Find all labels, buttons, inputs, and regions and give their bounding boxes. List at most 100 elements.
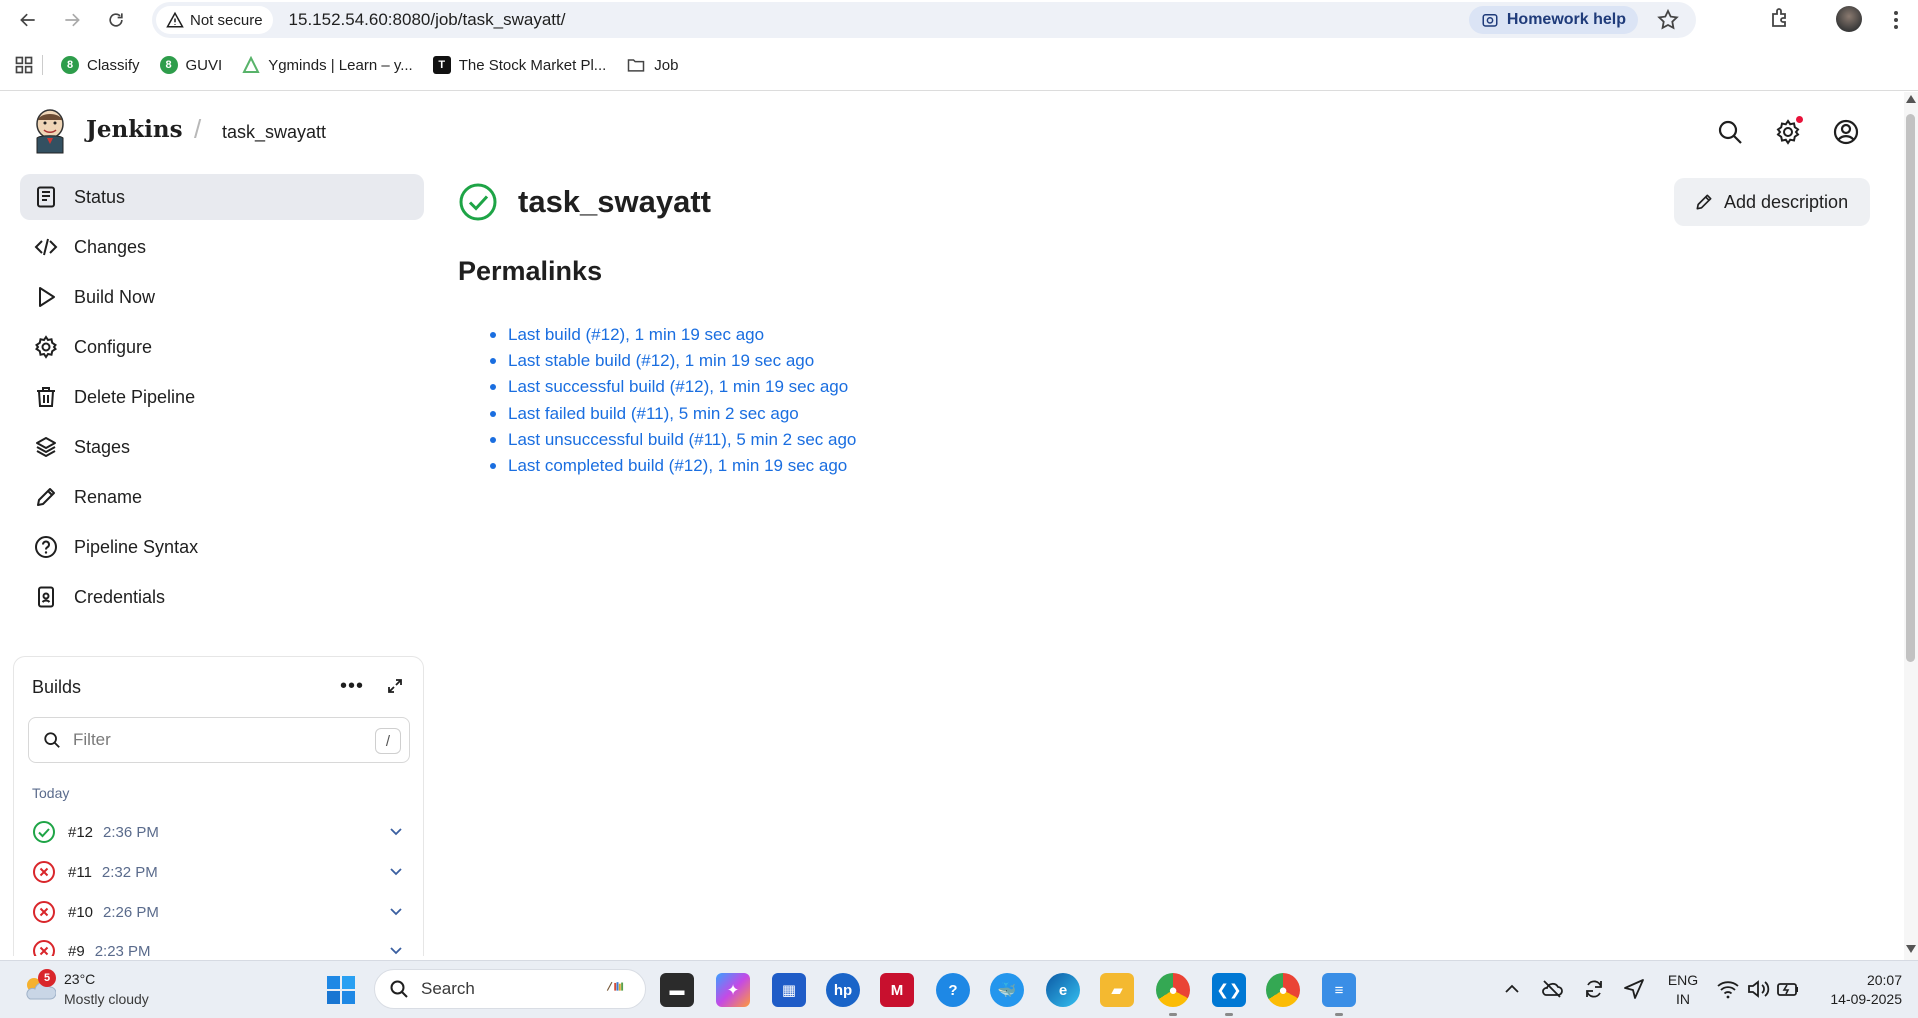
taskbar-app-vscode[interactable]: ❮❯ xyxy=(1212,973,1246,1007)
sync-icon[interactable] xyxy=(1582,977,1606,1001)
failed-x-icon xyxy=(33,861,55,883)
taskbar-app-chrome-profile[interactable]: ● xyxy=(1156,973,1190,1007)
user-account-icon[interactable] xyxy=(1832,118,1860,146)
sidebar-item-label: Credentials xyxy=(74,586,166,607)
permalink-last-failed-build[interactable]: Last failed build (#11), 5 min 2 sec ago xyxy=(490,401,856,427)
bookmark-classify[interactable]: 8 Classify xyxy=(61,56,140,74)
sidebar-item-configure[interactable]: Configure xyxy=(20,324,424,370)
taskbar-app-task-view[interactable]: ▬ xyxy=(660,973,694,1007)
build-row[interactable]: #11 2:32 PM xyxy=(32,857,412,887)
breadcrumb-job[interactable]: task_swayatt xyxy=(222,122,326,143)
taskbar-app-edge[interactable]: e xyxy=(1046,973,1080,1007)
tray-overflow-chevron-icon[interactable] xyxy=(1502,979,1522,999)
build-row[interactable]: #12 2:36 PM xyxy=(32,817,412,847)
taskbar-app-file-explorer[interactable]: ▰ xyxy=(1100,973,1134,1007)
taskbar-app-hp[interactable]: hp xyxy=(826,973,860,1007)
sidebar-item-pipeline-syntax[interactable]: Pipeline Syntax xyxy=(20,524,424,570)
chevron-down-icon[interactable] xyxy=(388,942,404,956)
build-number[interactable]: #11 xyxy=(68,864,92,881)
sidebar-item-label: Stages xyxy=(74,436,131,457)
sidebar-item-delete-pipeline[interactable]: Delete Pipeline xyxy=(20,374,424,420)
sidebar-item-credentials[interactable]: Credentials xyxy=(20,574,424,620)
builds-filter-input[interactable]: Filter / xyxy=(28,717,410,763)
gear-icon xyxy=(35,335,57,359)
chevron-down-icon[interactable] xyxy=(388,823,404,839)
onedrive-offline-icon[interactable] xyxy=(1540,977,1564,1001)
edge-icon: e xyxy=(1058,981,1068,999)
builds-more-button[interactable]: ••• xyxy=(340,675,364,698)
permalinks-list: Last build (#12), 1 min 19 sec ago Last … xyxy=(490,322,856,479)
jenkins-logo-icon[interactable] xyxy=(32,108,68,154)
taskbar-app-chrome[interactable]: ● xyxy=(1266,973,1300,1007)
sidebar-item-status[interactable]: Status xyxy=(20,174,424,220)
arrow-right-icon xyxy=(65,13,80,27)
lens-icon xyxy=(1482,14,1498,27)
sidebar-item-label: Build Now xyxy=(74,286,156,307)
taskbar-app-copilot[interactable]: ✦ xyxy=(716,973,750,1007)
profile-avatar[interactable] xyxy=(1836,6,1862,32)
build-row[interactable]: #9 2:23 PM xyxy=(32,936,412,956)
bookmark-job-folder[interactable]: Job xyxy=(626,55,678,75)
scroll-down-arrow-icon[interactable] xyxy=(1905,944,1917,954)
address-bar[interactable]: Not secure 15.152.54.60:8080/job/task_sw… xyxy=(152,2,1696,38)
battery-charging-icon[interactable] xyxy=(1776,977,1800,1001)
weather-alert-badge: 5 xyxy=(38,969,56,987)
volume-icon[interactable] xyxy=(1746,977,1770,1001)
windows-start-icon[interactable] xyxy=(326,975,356,1005)
permalink-last-successful-build[interactable]: Last successful build (#12), 1 min 19 se… xyxy=(490,374,856,400)
extensions-icon[interactable] xyxy=(1768,6,1792,30)
sidebar-item-changes[interactable]: Changes xyxy=(20,224,424,270)
taskbar-app-store[interactable]: ▦ xyxy=(772,973,806,1007)
back-button[interactable] xyxy=(10,2,46,38)
taskbar-search[interactable]: Search xyxy=(374,969,646,1009)
bookmark-stock-market[interactable]: T The Stock Market Pl... xyxy=(432,56,606,74)
url-text[interactable]: 15.152.54.60:8080/job/task_swayatt/ xyxy=(289,10,566,30)
sidebar-item-stages[interactable]: Stages xyxy=(20,424,424,470)
security-chip[interactable]: Not secure xyxy=(156,6,273,34)
build-number[interactable]: #12 xyxy=(68,824,93,841)
build-row[interactable]: #10 2:26 PM xyxy=(32,897,412,927)
search-icon[interactable] xyxy=(1716,118,1744,146)
trash-icon xyxy=(37,387,55,407)
input-language-indicator[interactable]: ENG IN xyxy=(1666,971,1700,1009)
permalink-last-completed-build[interactable]: Last completed build (#12), 1 min 19 sec… xyxy=(490,453,856,479)
system-clock[interactable]: 20:07 14-09-2025 xyxy=(1810,971,1902,1009)
failed-x-icon xyxy=(33,901,55,923)
forward-button[interactable] xyxy=(54,2,90,38)
language-code: ENG xyxy=(1667,972,1699,988)
permalink-last-stable-build[interactable]: Last stable build (#12), 1 min 19 sec ag… xyxy=(490,348,856,374)
breadcrumb-separator: / xyxy=(194,114,202,144)
bookmark-ygminds[interactable]: Ygminds | Learn – y... xyxy=(242,56,413,74)
expand-icon[interactable] xyxy=(386,677,404,695)
build-number[interactable]: #9 xyxy=(68,943,85,957)
wifi-icon[interactable] xyxy=(1716,977,1740,1001)
sidebar-item-label: Configure xyxy=(74,336,153,357)
chrome-icon: ● xyxy=(1168,981,1178,999)
apps-grid-icon[interactable] xyxy=(14,55,34,75)
clock-date: 14-09-2025 xyxy=(1830,991,1902,1007)
taskbar-app-help[interactable]: ? xyxy=(936,973,970,1007)
code-icon xyxy=(34,238,58,256)
arrow-left-icon xyxy=(20,13,35,27)
permalink-last-unsuccessful-build[interactable]: Last unsuccessful build (#11), 5 min 2 s… xyxy=(490,427,856,453)
taskbar-app-mcafee[interactable]: M xyxy=(880,973,914,1007)
app-title[interactable]: Jenkins xyxy=(86,116,183,143)
chevron-down-icon[interactable] xyxy=(388,903,404,919)
bookmark-star-icon[interactable] xyxy=(1656,8,1680,32)
taskbar-app-notepad[interactable]: ≡ xyxy=(1322,973,1356,1007)
sidebar-item-rename[interactable]: Rename xyxy=(20,474,424,520)
add-description-button[interactable]: Add description xyxy=(1674,178,1870,226)
chevron-down-icon[interactable] xyxy=(388,863,404,879)
homework-help-button[interactable]: Homework help xyxy=(1468,6,1638,34)
browser-menu-icon[interactable] xyxy=(1886,8,1906,32)
taskbar-app-docker[interactable]: 🐳 xyxy=(990,973,1024,1007)
sidebar-item-build-now[interactable]: Build Now xyxy=(20,274,424,320)
ygminds-icon xyxy=(242,56,260,73)
scroll-up-arrow-icon[interactable] xyxy=(1905,94,1917,104)
build-number[interactable]: #10 xyxy=(68,904,93,921)
permalink-last-build[interactable]: Last build (#12), 1 min 19 sec ago xyxy=(490,322,856,348)
location-arrow-icon[interactable] xyxy=(1622,977,1646,1001)
reload-button[interactable] xyxy=(98,2,134,38)
scrollbar-thumb[interactable] xyxy=(1906,114,1915,662)
bookmark-guvi[interactable]: 8 GUVI xyxy=(159,56,222,74)
